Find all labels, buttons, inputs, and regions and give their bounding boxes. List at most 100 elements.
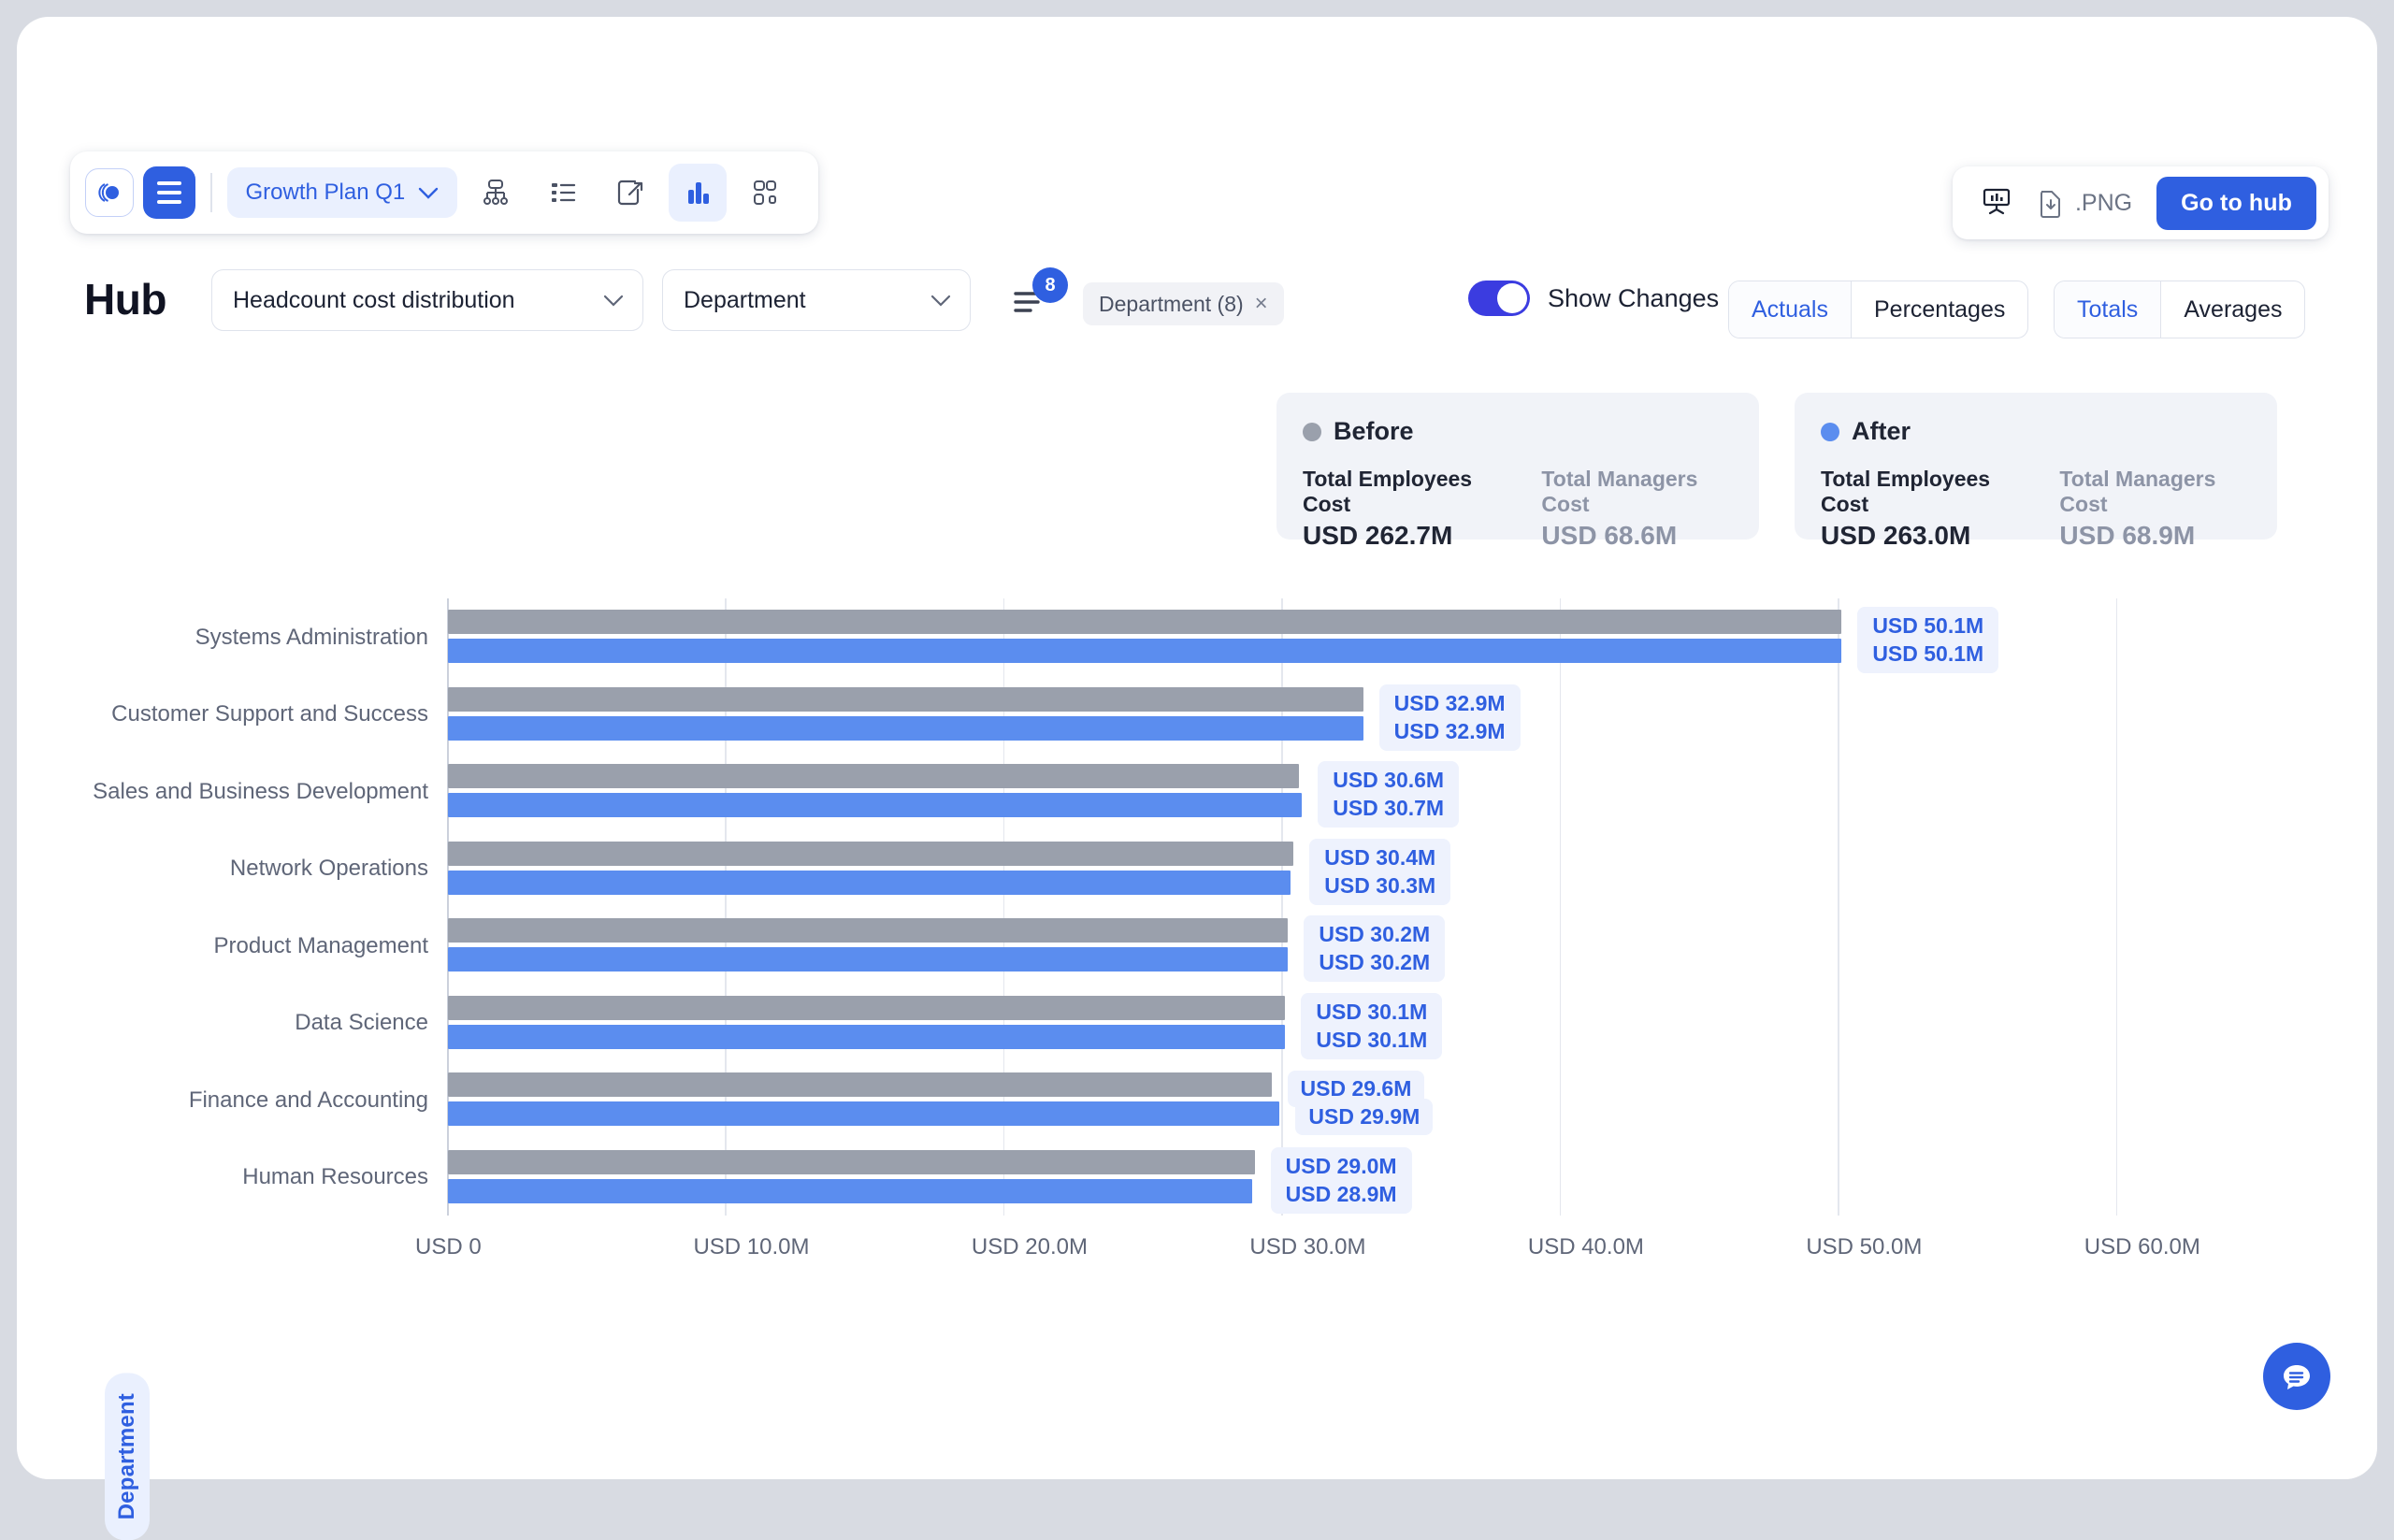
- y-axis-title: Department: [105, 1373, 150, 1540]
- bar-before[interactable]: [448, 686, 1363, 712]
- bar-after[interactable]: [448, 1178, 1252, 1203]
- chevron-down-icon: [603, 295, 624, 307]
- bar-before[interactable]: [448, 841, 1294, 866]
- tab-group-nodes[interactable]: [736, 164, 794, 222]
- bar-value-label-group: USD 29.0M USD 28.9M: [1270, 1146, 1412, 1214]
- bar-after[interactable]: [448, 1101, 1280, 1126]
- tab-list-view[interactable]: [534, 164, 592, 222]
- y-axis-category-label: Customer Support and Success: [111, 701, 428, 727]
- tab-percentages[interactable]: Percentages: [1850, 281, 2027, 338]
- before-employees-cost: Total Employees Cost USD 262.7M: [1303, 467, 1506, 551]
- png-label: .PNG: [2074, 189, 2133, 216]
- bar-before[interactable]: [448, 610, 1842, 634]
- tab-bar-chart[interactable]: [669, 164, 728, 222]
- after-managers-value: USD 68.9M: [2059, 521, 2196, 550]
- tab-actuals[interactable]: Actuals: [1729, 281, 1851, 338]
- x-axis-tick-label: USD 10.0M: [693, 1234, 810, 1259]
- after-employees-label: Total Employees Cost: [1821, 467, 1991, 516]
- bar-value-label-group: USD 30.1M USD 30.1M: [1301, 992, 1443, 1059]
- summary-after-header: After: [1821, 417, 2251, 446]
- bar-chart-icon: [688, 182, 710, 204]
- app-root: Growth Plan Q1 .PNG Go to hub Hub Headco…: [0, 0, 2394, 1540]
- bar-value-after: USD 50.1M: [1872, 641, 1984, 666]
- chat-bubble-icon[interactable]: [2263, 1343, 2330, 1410]
- bar-before[interactable]: [448, 1072, 1272, 1097]
- bar-value-label-group: USD 30.6M USD 30.7M: [1318, 761, 1460, 828]
- x-axis-tick-label: USD 0: [415, 1234, 482, 1259]
- bar-after[interactable]: [448, 947, 1289, 971]
- chevron-down-icon: [930, 295, 951, 307]
- presentation-icon: [1983, 188, 2011, 214]
- dimension-select-value: Department: [684, 286, 806, 313]
- hamburger-menu-icon[interactable]: [143, 166, 195, 219]
- tab-totals[interactable]: Totals: [2055, 281, 2161, 338]
- bar-value-after: USD 29.9M: [1295, 1099, 1434, 1135]
- scenario-icon: [618, 180, 643, 206]
- present-button[interactable]: [1981, 185, 2012, 222]
- filter-chip-department[interactable]: Department (8) ×: [1083, 282, 1284, 325]
- show-changes-control[interactable]: Show Changes: [1468, 281, 1719, 316]
- summary-before-header: Before: [1303, 417, 1733, 446]
- top-actions-bar: .PNG Go to hub: [1952, 166, 2329, 239]
- group-nodes-icon: [754, 180, 777, 205]
- x-axis-tick-label: USD 50.0M: [1806, 1234, 1923, 1259]
- summary-after-title: After: [1852, 417, 1911, 445]
- bar-value-before: USD 32.9M: [1393, 690, 1506, 715]
- bar-after[interactable]: [448, 793, 1303, 817]
- bar-before[interactable]: [448, 995, 1286, 1020]
- headcount-cost-chart: Department USD 50.1M USD 50.1M USD 32.9M US…: [0, 580, 2394, 1540]
- bar-value-after: USD 30.2M: [1319, 950, 1431, 974]
- before-legend-dot: [1303, 422, 1321, 441]
- bar-after[interactable]: [448, 639, 1842, 663]
- bar-after[interactable]: [448, 1024, 1286, 1049]
- bar-value-after: USD 32.9M: [1393, 718, 1506, 743]
- plan-selector[interactable]: Growth Plan Q1: [226, 167, 458, 218]
- page-title: Hub: [84, 275, 166, 324]
- after-managers-label: Total Managers Cost: [2059, 467, 2216, 516]
- brand-logo-icon[interactable]: [85, 168, 134, 217]
- gridline: [2115, 598, 2118, 1216]
- bar-before[interactable]: [448, 764, 1300, 788]
- bar-value-label-group: USD 32.9M USD 32.9M: [1378, 684, 1521, 751]
- y-axis-category-label: Network Operations: [229, 856, 428, 881]
- x-axis-tick-label: USD 30.0M: [1249, 1234, 1366, 1259]
- show-changes-toggle[interactable]: [1468, 281, 1530, 316]
- bar-value-label-group: USD 30.4M USD 30.3M: [1309, 838, 1451, 905]
- toolbar-divider: [210, 173, 212, 212]
- filter-button[interactable]: 8: [1010, 267, 1068, 325]
- bar-before[interactable]: [448, 918, 1289, 943]
- tab-org-chart[interactable]: [467, 164, 525, 222]
- aggregation-segmented-control: Totals Averages: [2054, 281, 2306, 338]
- y-axis-category-label: Sales and Business Development: [93, 778, 428, 804]
- bar-value-before: USD 50.1M: [1872, 613, 1984, 638]
- after-employees-value: USD 263.0M: [1821, 521, 1971, 550]
- bar-value-label-group: USD 50.1M USD 50.1M: [1857, 607, 1999, 673]
- tab-averages[interactable]: Averages: [2160, 281, 2304, 338]
- before-managers-value: USD 68.6M: [1541, 521, 1678, 550]
- go-to-hub-button[interactable]: Go to hub: [2156, 176, 2316, 230]
- y-axis-category-label: Human Resources: [242, 1164, 428, 1189]
- main-toolbar: Growth Plan Q1: [70, 151, 819, 234]
- summary-before-title: Before: [1334, 417, 1414, 445]
- y-axis-category-label: Data Science: [295, 1010, 428, 1035]
- filter-chip-label: Department (8): [1099, 291, 1244, 316]
- bar-before[interactable]: [448, 1149, 1255, 1174]
- download-png-button[interactable]: .PNG: [2037, 188, 2132, 218]
- bar-value-label-group: USD 30.2M USD 30.2M: [1304, 915, 1446, 982]
- bar-value-after: USD 30.3M: [1324, 872, 1436, 898]
- bar-value-before: USD 30.1M: [1316, 999, 1428, 1024]
- metric-select[interactable]: Headcount cost distribution: [211, 269, 643, 331]
- after-employees-cost: Total Employees Cost USD 263.0M: [1821, 467, 2024, 551]
- summary-card-after: After Total Employees Cost USD 263.0M To…: [1795, 393, 2277, 550]
- bar-after[interactable]: [448, 870, 1291, 895]
- after-legend-dot: [1821, 422, 1839, 441]
- x-axis-tick-label: USD 60.0M: [2084, 1234, 2200, 1259]
- bar-after[interactable]: [448, 715, 1363, 741]
- plan-selector-label: Growth Plan Q1: [245, 180, 406, 205]
- tab-scenario[interactable]: [601, 164, 659, 222]
- gridline: [1838, 598, 1839, 1216]
- close-icon[interactable]: ×: [1255, 291, 1268, 317]
- before-managers-label: Total Managers Cost: [1541, 467, 1698, 516]
- after-managers-cost: Total Managers Cost USD 68.9M: [2059, 467, 2251, 551]
- dimension-select[interactable]: Department: [662, 269, 971, 331]
